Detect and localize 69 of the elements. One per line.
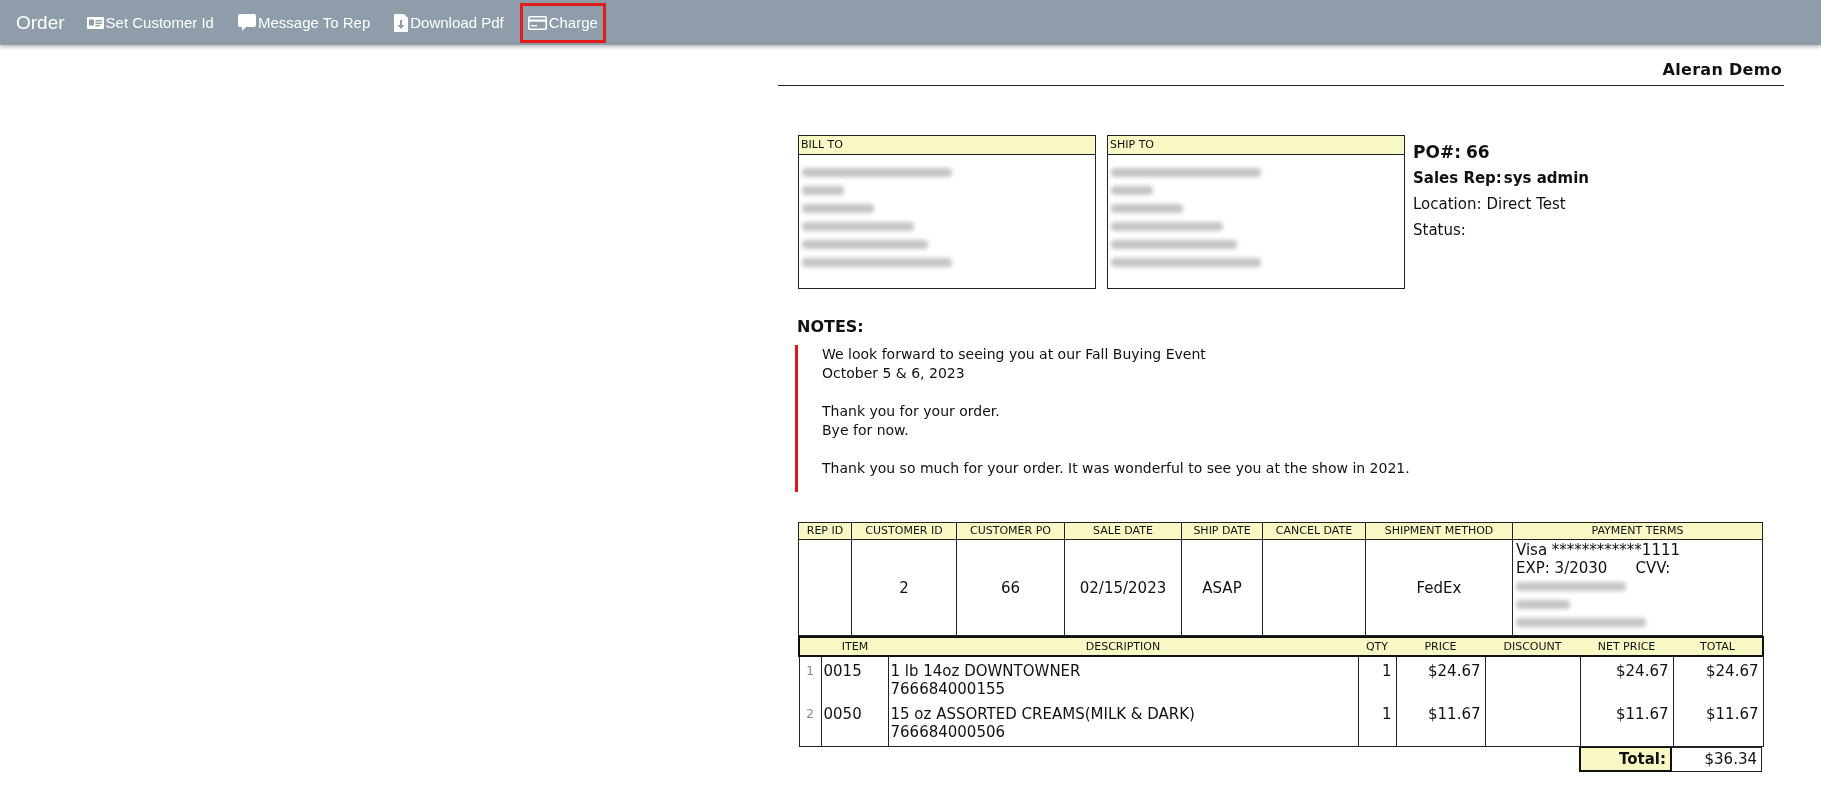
card-number: Visa ************1111 (1516, 541, 1682, 559)
column-header: NET PRICE (1580, 637, 1673, 656)
field-label: Location: (1413, 195, 1482, 213)
field-value: 66 (1465, 142, 1490, 162)
upc-number: 766684000506 (890, 723, 1007, 741)
toolbar-button[interactable]: Set Customer Id (78, 2, 222, 43)
line-number: 2 (799, 700, 821, 747)
table-cell: $11.67 (1396, 700, 1485, 747)
column-header: CUSTOMER PO (956, 522, 1065, 540)
page-title: Order (16, 11, 65, 34)
field-label: Sales Rep: (1413, 169, 1502, 187)
note-paragraph: We look forward to seeing you at our Fall Buying Event October 5 & 6, 2023 (822, 345, 1207, 383)
column-header: SHIPMENT METHOD (1365, 522, 1513, 540)
table-cell: 0015 (821, 656, 888, 700)
speech-bubble-icon (237, 14, 256, 31)
toolbar-button[interactable]: Message To Rep (229, 2, 379, 43)
column-header: DESCRIPTION (888, 637, 1358, 656)
table-cell: $24.67 (1580, 656, 1673, 700)
table-cell: 0050 (821, 700, 888, 747)
total-label: Total: (1579, 747, 1672, 772)
table-cell: $24.67 (1396, 656, 1485, 700)
field-label: PO#: (1413, 142, 1461, 162)
column-header: SHIP DATE (1181, 522, 1263, 540)
blurred-text (802, 203, 874, 213)
column-header: ITEM (799, 637, 888, 656)
table-cell: 1 (1358, 656, 1396, 700)
column-header: CUSTOMER ID (851, 522, 957, 540)
column-header: QTY (1358, 637, 1396, 656)
field-label: Status: (1413, 221, 1466, 239)
column-header: CANCEL DATE (1262, 522, 1366, 540)
column-header: DISCOUNT (1485, 637, 1580, 656)
field-value: sys admin (1503, 169, 1590, 187)
upc-number: 766684000155 (890, 680, 1007, 698)
total-value: $36.34 (1672, 747, 1762, 772)
document-download-icon (394, 13, 409, 32)
blurred-text (1111, 203, 1183, 213)
table-cell: $11.67 (1580, 700, 1673, 747)
item-description: 1 lb 14oz DOWNTOWNER (890, 662, 1082, 680)
card-expiry: EXP: 3/2030 (1516, 559, 1608, 577)
field-value: Direct Test (1486, 195, 1566, 213)
table-cell: 02/15/2023 (1064, 539, 1182, 636)
cvv-label: CVV: (1635, 559, 1671, 577)
table-cell: $11.67 (1673, 700, 1763, 747)
toolbar-button[interactable]: Download Pdf (386, 2, 512, 43)
item-description: 15 oz ASSORTED CREAMS(MILK & DARK) (890, 705, 1196, 723)
box-header: SHIP TO (1108, 136, 1404, 155)
column-header: PRICE (1396, 637, 1485, 656)
table-cell: ASAP (1181, 539, 1263, 636)
line-number: 1 (799, 656, 821, 700)
id-card-icon (86, 16, 104, 29)
table-cell: 66 (956, 539, 1065, 636)
blurred-text (802, 185, 844, 195)
section-title: NOTES: (797, 317, 865, 336)
toolbar-button[interactable]: Charge (519, 2, 606, 43)
note-paragraph: Thank you so much for your order. It was wonderful to see you at the show in 2021. (822, 459, 1411, 478)
column-header: REP ID (798, 522, 852, 540)
note-paragraph: Thank you for your order. Bye for now. (822, 402, 1001, 440)
table-cell: FedEx (1365, 539, 1513, 636)
table-cell: 1 (1358, 700, 1396, 747)
table-cell: 2 (851, 539, 957, 636)
column-header: SALE DATE (1064, 522, 1182, 540)
blurred-text (1111, 185, 1153, 195)
column-header: PAYMENT TERMS (1512, 522, 1763, 540)
company-name: Aleran Demo (1662, 60, 1782, 79)
blurred-text (1516, 599, 1570, 609)
credit-card-icon (527, 15, 547, 30)
box-header: BILL TO (799, 136, 1095, 155)
table-cell: $24.67 (1673, 656, 1763, 700)
column-header: TOTAL (1673, 637, 1763, 656)
